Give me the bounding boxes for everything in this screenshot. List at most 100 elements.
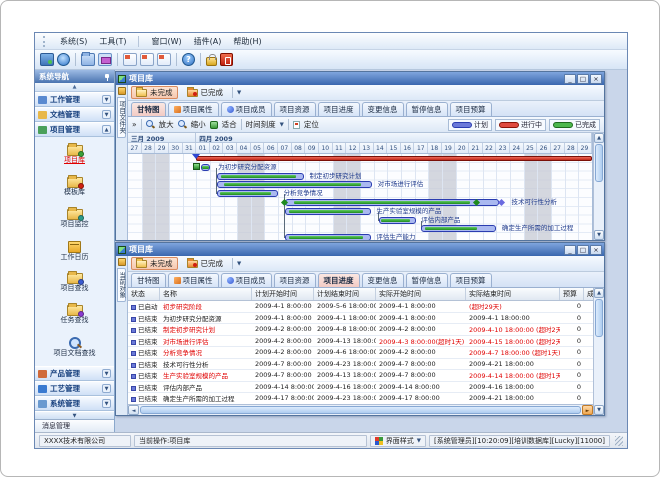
gantt-vertical-scrollbar[interactable]: ▲ ▼ (593, 133, 604, 240)
sidebar-item-项目查找[interactable]: 项目查找 (61, 273, 89, 293)
table-row[interactable]: 已结束技术可行性分析2009-4-7 8:00:002009-4-23 18:0… (128, 359, 593, 371)
sidebar-item-项目监控[interactable]: 项目监控 (61, 209, 89, 229)
tab-甘特图[interactable]: 甘特图 (131, 102, 166, 116)
column-header-实际开始时间[interactable]: 实际开始时间 (376, 288, 466, 300)
sidebar-item-模板库[interactable]: 模板库 (64, 177, 85, 197)
column-header-计划开始时间[interactable]: 计划开始时间 (252, 288, 314, 300)
sidebar-group-工作管理[interactable]: 工作管理▼ (35, 92, 114, 107)
gantt-bar-生产实验室规模的产品[interactable] (285, 208, 371, 215)
tab-甘特图[interactable]: 甘特图 (131, 273, 166, 287)
close-button[interactable]: × (590, 74, 602, 84)
sidebar-group-产品管理[interactable]: 产品管理▼ (35, 366, 114, 381)
tab-项目预算[interactable]: 项目预算 (450, 273, 492, 287)
sidebar-group-项目管理[interactable]: 项目管理▲ (35, 122, 114, 137)
table-row[interactable]: 已结束制定初步研究计划2009-4-2 8:00:002009-4-8 18:0… (128, 324, 593, 336)
tab-项目预算[interactable]: 项目预算 (450, 102, 492, 116)
exit-icon[interactable] (220, 53, 233, 66)
folder-icon[interactable] (81, 53, 95, 66)
help-icon[interactable]: ? (182, 53, 195, 66)
report-edit-icon[interactable] (140, 53, 154, 66)
gantt-bar-评估生产能力[interactable] (285, 234, 371, 240)
maximize-button[interactable]: □ (577, 74, 589, 84)
gantt-bar-制定初步研究计划[interactable] (217, 173, 304, 180)
filter-已完成[interactable]: 已完成 (182, 86, 229, 99)
zoom-out-button[interactable]: 缩小 (191, 119, 206, 130)
column-header-名称[interactable]: 名称 (160, 288, 252, 300)
filter-已完成[interactable]: 已完成 (182, 257, 229, 270)
menu-item-1[interactable]: 工具(T) (99, 36, 126, 47)
gantt-summary-bar-初步研究阶段[interactable] (196, 156, 592, 161)
gantt-bar-分析竞争情况[interactable] (217, 190, 278, 197)
scroll-thumb[interactable] (595, 299, 603, 337)
tab-项目资源[interactable]: 项目资源 (274, 102, 316, 116)
gantt-bar-评估内部产品[interactable] (379, 217, 416, 224)
chevron-down-icon[interactable]: ▼ (102, 369, 111, 378)
scroll-up-icon[interactable]: ▲ (594, 133, 604, 143)
tab-变更信息[interactable]: 变更信息 (362, 273, 404, 287)
table-row[interactable]: 已结束分析竞争情况2009-4-2 8:00:002009-4-6 18:00:… (128, 347, 593, 359)
folder-save-icon[interactable] (98, 53, 112, 66)
minimize-button[interactable]: _ (564, 245, 576, 255)
menu-item-2[interactable]: 窗口(W) (151, 36, 181, 47)
project-folder-vertical-tab[interactable]: 项目文件夹 (117, 97, 126, 138)
minimize-button[interactable]: _ (564, 74, 576, 84)
report-icon[interactable] (123, 53, 137, 66)
tab-项目资源[interactable]: 项目资源 (274, 273, 316, 287)
tab-暂停信息[interactable]: 暂停信息 (406, 102, 448, 116)
close-button[interactable]: × (590, 245, 602, 255)
sidebar-item-项目文档查找[interactable]: 项目文档查找 (54, 337, 96, 358)
scroll-right-icon[interactable]: ► (582, 405, 593, 415)
sidebar-group-系统管理[interactable]: 系统管理▼ (35, 396, 114, 411)
scroll-up-icon[interactable]: ▲ (594, 288, 604, 298)
scroll-down-icon[interactable]: ▼ (594, 405, 604, 415)
gantt-bar-确定生产所需的加工过程[interactable] (421, 225, 496, 232)
tab-项目进度[interactable]: 项目进度 (318, 273, 360, 287)
menu-item-3[interactable]: 插件(A) (194, 36, 222, 47)
tab-项目属性[interactable]: 项目属性 (168, 102, 219, 116)
table-window-titlebar[interactable]: 项目库 _ □ × (116, 243, 604, 256)
table-row[interactable]: 已结束生产实验室规模的产品2009-4-7 8:00:002009-4-13 1… (128, 370, 593, 382)
tab-项目进度[interactable]: 项目进度 (318, 102, 360, 116)
tab-项目属性[interactable]: 项目属性 (168, 273, 219, 287)
sidebar-group-工艺管理[interactable]: 工艺管理▼ (35, 381, 114, 396)
menu-item-4[interactable]: 帮助(H) (233, 36, 261, 47)
table-row[interactable]: 已结束确定生产所需的加工过程2009-4-17 8:00:002009-4-23… (128, 393, 593, 404)
table-row[interactable]: 已启动初步研究阶段2009-4-1 8:00:002009-5-6 18:00:… (128, 301, 593, 313)
sidebar-item-任务查找[interactable]: 任务查找 (61, 305, 89, 325)
chevron-down-icon[interactable]: ▼ (102, 110, 111, 119)
time-scale-button[interactable]: 时间刻度 (246, 119, 276, 130)
zoom-in-button[interactable]: 放大 (159, 119, 174, 130)
table-row[interactable]: 已结束为初步研究分配资源2009-4-1 8:00:002009-4-1 18:… (128, 313, 593, 325)
gantt-bar-为初步研究分配资源[interactable] (201, 164, 210, 171)
sidebar-item-工作日历[interactable]: 工作日历 (61, 241, 89, 262)
column-header-实际结束时间[interactable]: 实际结束时间 (466, 288, 560, 300)
chevron-down-icon[interactable]: ▼ (237, 90, 241, 96)
lock-icon[interactable] (206, 57, 217, 66)
current-object-vertical-tab[interactable]: 当前对象 (117, 268, 126, 302)
pin-icon[interactable] (104, 73, 110, 81)
gantt-bar-对市场进行评估[interactable] (217, 181, 373, 188)
column-header-状态[interactable]: 状态 (128, 288, 160, 300)
column-header-成[interactable]: 成 (584, 288, 593, 300)
toolbar-overflow-button[interactable]: » (132, 120, 137, 129)
scroll-thumb[interactable] (140, 406, 581, 414)
gantt-window-titlebar[interactable]: 项目库 _ □ × (116, 72, 604, 85)
sidebar-item-项目库[interactable]: 项目库 (64, 145, 85, 165)
sidebar-scroll-down-button[interactable]: ▼ (35, 411, 114, 419)
table-row[interactable]: 已结束评估内部产品2009-4-14 8:00:002009-4-16 18:0… (128, 382, 593, 394)
chevron-down-icon[interactable]: ▼ (102, 399, 111, 408)
report-delete-icon[interactable] (157, 53, 171, 66)
fit-button[interactable]: 适合 (222, 119, 237, 130)
tab-暂停信息[interactable]: 暂停信息 (406, 273, 448, 287)
sidebar-collapse-button[interactable]: ▲ (35, 83, 114, 92)
chevron-down-icon[interactable]: ▼ (102, 95, 111, 104)
tab-项目成员[interactable]: 项目成员 (221, 273, 272, 287)
gantt-chart-body[interactable]: 为初步研究分配资源制定初步研究计划对市场进行评估分析竞争情况技术可行性分析生产实… (128, 154, 592, 240)
scroll-down-icon[interactable]: ▼ (594, 230, 604, 240)
scroll-thumb[interactable] (595, 144, 603, 182)
column-header-计划结束时间[interactable]: 计划结束时间 (314, 288, 376, 300)
chevron-down-icon[interactable]: ▼ (237, 261, 241, 267)
table-horizontal-scrollbar[interactable]: ◄ ► (128, 404, 593, 415)
filter-未完成[interactable]: 未完成 (131, 86, 178, 99)
table-vertical-scrollbar[interactable]: ▲ ▼ (593, 288, 604, 415)
